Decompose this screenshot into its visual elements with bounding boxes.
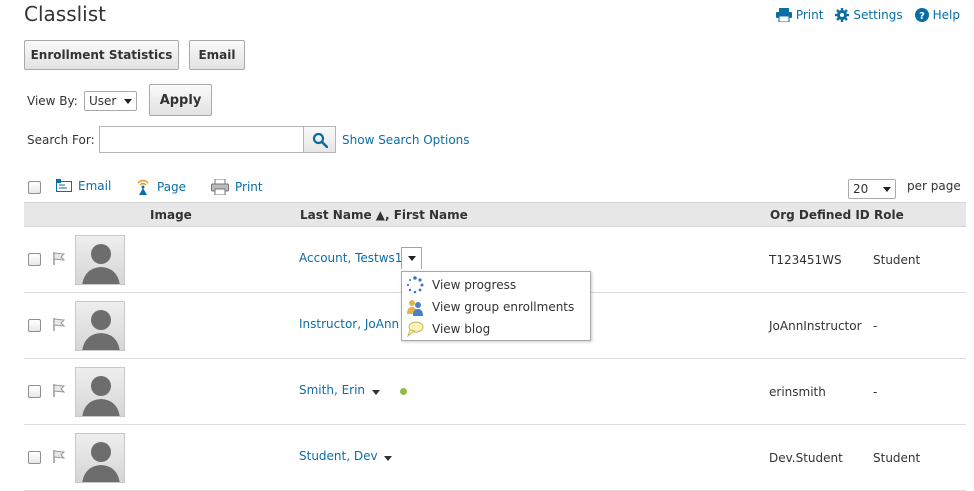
role-column-header[interactable]: Role	[874, 208, 904, 222]
role-cell: Student	[873, 253, 921, 267]
org-id-cell: erinsmith	[769, 385, 826, 399]
search-icon	[312, 132, 328, 148]
org-id-column-header[interactable]: Org Defined ID	[770, 208, 870, 222]
name-column-header[interactable]: Last Name ▲, First Name	[300, 208, 468, 222]
role-cell: -	[873, 319, 878, 333]
pager-icon	[137, 179, 149, 195]
progress-icon	[406, 276, 424, 294]
user-silhouette-icon	[82, 376, 120, 416]
group-icon	[407, 300, 423, 316]
avatar	[75, 433, 125, 483]
user-name-link[interactable]: Student, Dev	[299, 449, 378, 463]
avatar	[75, 301, 125, 351]
table-row: Smith, Erin erinsmith -	[24, 359, 966, 425]
user-name-link[interactable]: Account, Testws1	[299, 251, 402, 265]
show-search-options-link[interactable]: Show Search Options	[342, 133, 470, 147]
gear-icon	[835, 8, 850, 22]
print-action[interactable]: Print	[211, 179, 263, 195]
help-link[interactable]: ? Help	[914, 8, 960, 22]
printer-icon	[211, 179, 229, 195]
menu-item-label: View group enrollments	[432, 300, 575, 314]
avatar	[75, 367, 125, 417]
chevron-down-icon	[883, 186, 891, 192]
org-id-cell: Dev.Student	[769, 451, 843, 465]
menu-item-label: View progress	[432, 278, 517, 292]
per-page-select[interactable]: 20	[848, 179, 896, 199]
menu-item-view-group-enrollments[interactable]: View group enrollments	[402, 296, 590, 318]
avatar	[75, 235, 125, 285]
print-link[interactable]: Print	[775, 8, 824, 22]
context-menu-button[interactable]	[401, 247, 422, 269]
page-action-label: Page	[157, 180, 187, 194]
table-row: Student, Dev Dev.Student Student	[24, 425, 966, 491]
apply-button[interactable]: Apply	[149, 84, 212, 116]
chevron-down-icon	[407, 256, 416, 261]
select-all-checkbox[interactable]	[28, 181, 41, 194]
user-name-link[interactable]: Instructor, JoAnn	[299, 317, 399, 331]
row-checkbox[interactable]	[28, 253, 41, 266]
speech-bubble-icon	[406, 321, 424, 338]
role-cell: Student	[873, 451, 921, 465]
chevron-down-icon[interactable]	[372, 390, 380, 395]
online-status-icon	[400, 388, 407, 395]
search-label: Search For:	[27, 133, 95, 147]
row-checkbox[interactable]	[28, 319, 41, 332]
chevron-down-icon	[124, 98, 132, 104]
row-checkbox[interactable]	[28, 385, 41, 398]
role-cell: -	[873, 385, 878, 399]
user-name-link[interactable]: Smith, Erin	[299, 383, 365, 397]
print-action-label: Print	[235, 180, 263, 194]
page-action[interactable]: Page	[135, 179, 186, 195]
menu-item-view-progress[interactable]: View progress	[402, 274, 590, 296]
search-input[interactable]	[99, 126, 304, 153]
email-action[interactable]: Email	[56, 179, 111, 193]
email-action-label: Email	[78, 179, 112, 193]
per-page-value: 20	[853, 182, 869, 196]
view-by-label: View By:	[27, 94, 78, 108]
context-menu: View progress View group enrollments Vie…	[401, 271, 591, 341]
user-silhouette-icon	[82, 244, 120, 284]
help-icon: ?	[914, 8, 929, 22]
settings-link[interactable]: Settings	[835, 8, 903, 22]
menu-item-view-blog[interactable]: View blog	[402, 318, 590, 340]
svg-text:?: ?	[919, 11, 925, 22]
row-checkbox[interactable]	[28, 451, 41, 464]
flag-icon[interactable]	[52, 383, 66, 397]
email-icon	[56, 179, 72, 192]
table-header: Image Last Name ▲, First Name Org Define…	[24, 202, 966, 227]
top-links: Print Settings ? Help	[775, 8, 960, 22]
chevron-down-icon[interactable]	[384, 456, 392, 461]
flag-icon[interactable]	[52, 449, 66, 463]
help-link-label: Help	[932, 8, 960, 22]
image-column-header: Image	[150, 208, 192, 222]
menu-item-label: View blog	[432, 322, 491, 336]
flag-icon[interactable]	[52, 251, 66, 265]
flag-icon[interactable]	[52, 317, 66, 331]
user-silhouette-icon	[82, 310, 120, 350]
page-title: Classlist	[24, 2, 106, 26]
search-button[interactable]	[304, 126, 336, 153]
view-by-select[interactable]: User	[84, 91, 137, 111]
view-by-value: User	[89, 94, 117, 108]
printer-icon	[775, 8, 792, 22]
org-id-cell: T123451WS	[769, 253, 842, 267]
settings-link-label: Settings	[853, 8, 903, 22]
print-link-label: Print	[795, 8, 824, 22]
enrollment-statistics-button[interactable]: Enrollment Statistics	[24, 40, 179, 70]
user-silhouette-icon	[82, 442, 120, 482]
org-id-cell: JoAnnInstructor	[769, 319, 862, 333]
per-page-label: per page	[907, 179, 961, 193]
email-button[interactable]: Email	[189, 40, 245, 70]
